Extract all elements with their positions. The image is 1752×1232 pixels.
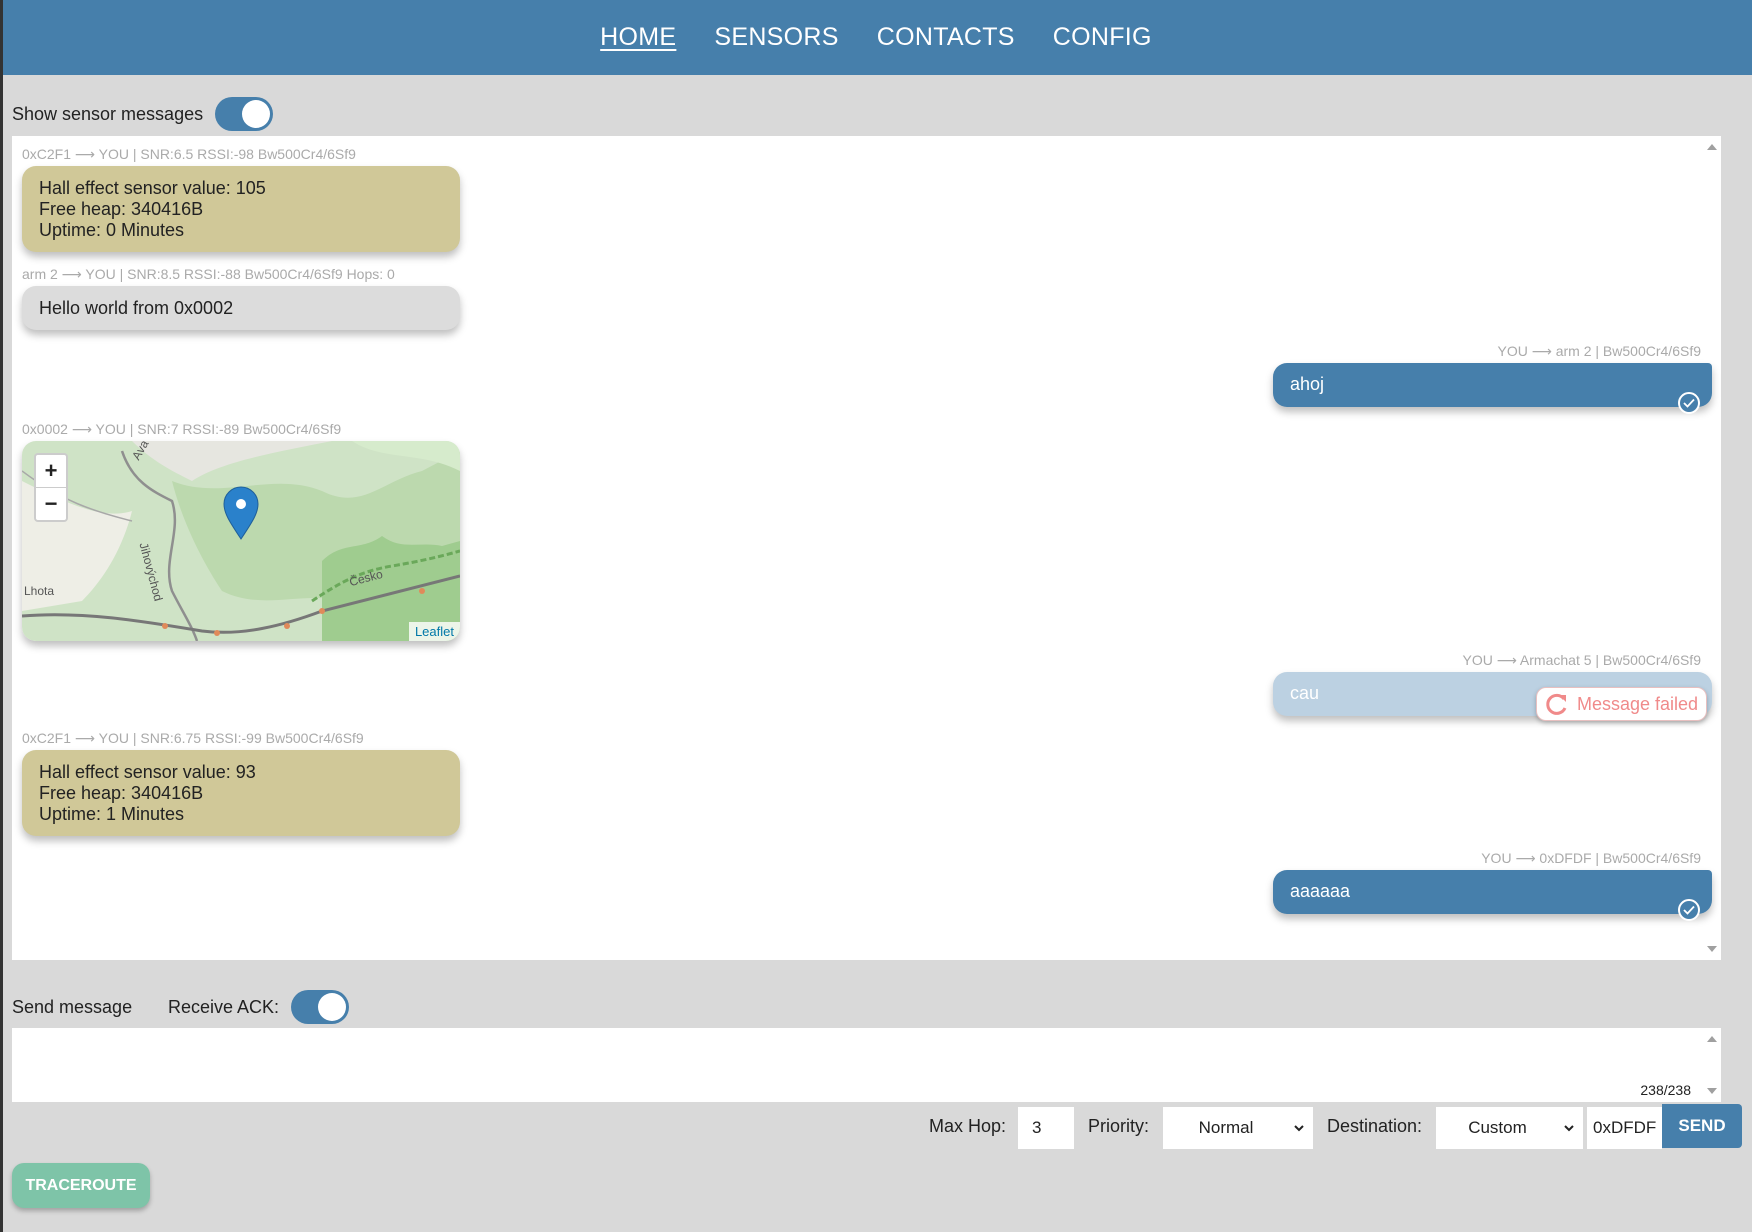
sensor-message-bubble: Hall effect sensor value: 93 Free heap: … [22,750,460,836]
message-meta: YOU ⟶ 0xDFDF | Bw500Cr4/6Sf9 [1481,850,1701,866]
chevron-down-icon [1294,1125,1304,1132]
window-edge [0,0,3,1232]
input-scrollbar[interactable] [1703,1028,1721,1102]
message-meta: 0xC2F1 ⟶ YOU | SNR:6.75 RSSI:-99 Bw500Cr… [22,730,364,746]
outgoing-message-bubble: ahoj [1273,363,1712,407]
location-map[interactable]: Lhota Jihovýchod Česko Ava + − Leaflet [22,441,460,641]
message-input[interactable]: 238/238 [12,1028,1721,1102]
switch-knob [318,993,347,1021]
message-list[interactable]: 0xC2F1 ⟶ YOU | SNR:6.5 RSSI:-98 Bw500Cr4… [12,136,1721,960]
retry-icon [1546,693,1567,715]
retry-message-button[interactable]: Message failed [1536,687,1708,721]
destination-value: Custom [1468,1118,1527,1137]
max-hop-label: Max Hop: [929,1116,1007,1136]
sensor-line: Uptime: 0 Minutes [39,220,185,240]
map-place-label: Lhota [24,584,55,598]
nav-home[interactable]: HOME [600,23,676,52]
destination-select[interactable]: Custom [1436,1107,1583,1149]
max-hop-input[interactable]: 3 [1018,1107,1074,1149]
nav-contacts[interactable]: CONTACTS [877,23,1015,52]
traceroute-button[interactable]: TRACEROUTE [12,1163,150,1208]
message-meta: YOU ⟶ Armachat 5 | Bw500Cr4/6Sf9 [1462,652,1701,668]
message-meta: YOU ⟶ arm 2 | Bw500Cr4/6Sf9 [1497,343,1701,359]
scroll-up-arrow[interactable] [1707,1036,1717,1042]
sensor-message-bubble: Hall effect sensor value: 105 Free heap:… [22,166,460,252]
message-meta: arm 2 ⟶ YOU | SNR:8.5 RSSI:-88 Bw500Cr4/… [22,266,395,282]
priority-value: Normal [1198,1118,1254,1137]
check-icon [1678,899,1700,921]
sensor-line: Hall effect sensor value: 105 [39,178,266,198]
sensor-toggle-label: Show sensor messages [12,103,204,124]
scroll-up-arrow[interactable] [1707,144,1717,150]
check-icon [1678,392,1700,414]
message-meta: 0xC2F1 ⟶ YOU | SNR:6.5 RSSI:-98 Bw500Cr4… [22,146,356,162]
ack-toggle-label: Receive ACK: [168,996,280,1017]
destination-label: Destination: [1327,1116,1423,1136]
send-message-label: Send message [12,997,133,1017]
nav-config[interactable]: CONFIG [1053,23,1152,52]
message-text: cau [1290,683,1320,703]
zoom-out-button[interactable]: − [36,487,66,520]
character-counter: 238/238 [1640,1082,1691,1098]
message-text: Hello world from 0x0002 [39,298,234,318]
destination-address-value: 0xDFDF [1593,1118,1657,1137]
destination-address-input[interactable]: 0xDFDF [1587,1107,1662,1149]
failed-label: Message failed [1577,693,1699,714]
sensor-line: Hall effect sensor value: 93 [39,762,256,782]
sensor-toggle-row: Show sensor messages [12,97,274,131]
max-hop-value: 3 [1032,1118,1042,1137]
incoming-message-bubble: Hello world from 0x0002 [22,286,460,330]
map-tiles [22,441,460,641]
send-button[interactable]: SEND [1662,1104,1742,1148]
map-attribution-link[interactable]: Leaflet [408,622,460,641]
zoom-in-button[interactable]: + [36,455,66,487]
ack-toggle-row: Receive ACK: [168,990,350,1024]
scroll-down-arrow[interactable] [1707,1088,1717,1094]
top-nav: HOME SENSORS CONTACTS CONFIG [0,0,1752,75]
sensor-line: Free heap: 340416B [39,199,204,219]
message-text: aaaaaa [1290,881,1351,901]
chat-scrollbar[interactable] [1703,136,1721,960]
outgoing-message-bubble: aaaaaa [1273,870,1712,914]
switch-knob [242,100,271,128]
sensor-toggle-switch[interactable] [215,97,274,131]
sensor-line: Uptime: 1 Minutes [39,804,185,824]
map-zoom-control: + − [34,453,68,522]
nav-sensors[interactable]: SENSORS [714,23,838,52]
chevron-down-icon [1564,1125,1574,1132]
priority-label: Priority: [1088,1116,1150,1136]
message-meta: 0x0002 ⟶ YOU | SNR:7 RSSI:-89 Bw500Cr4/6… [22,421,342,437]
priority-select[interactable]: Normal [1163,1107,1313,1149]
scroll-down-arrow[interactable] [1707,946,1717,952]
ack-toggle-switch[interactable] [291,990,350,1024]
sensor-line: Free heap: 340416B [39,783,204,803]
message-text: ahoj [1290,374,1325,394]
